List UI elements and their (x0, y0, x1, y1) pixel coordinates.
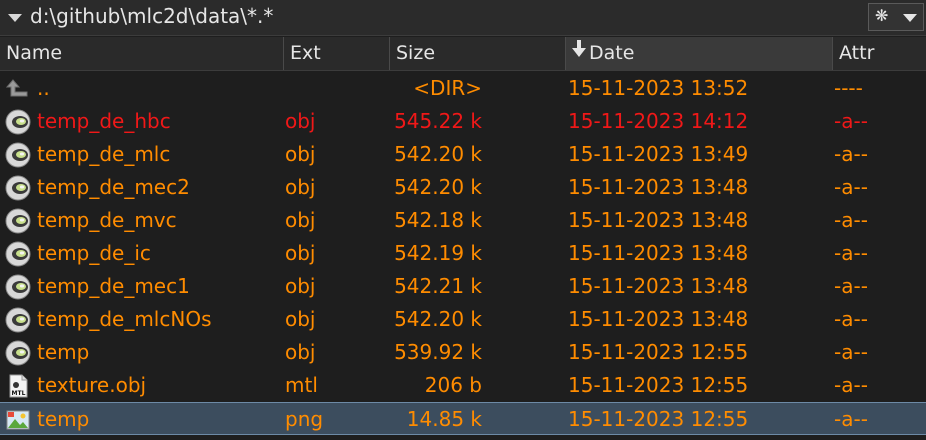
png-image-icon (5, 407, 31, 433)
file-attr: -a-- (834, 208, 868, 232)
column-attr[interactable]: Attr (833, 37, 926, 70)
file-size: 539.92 k (394, 340, 482, 364)
file-ext: obj (285, 241, 316, 265)
file-row[interactable]: .. <DIR> 15-11-2023 13:52 ---- (0, 72, 926, 105)
file-size: 542.20 k (394, 142, 482, 166)
file-ext: obj (285, 208, 316, 232)
file-row[interactable]: temp_de_mec1 obj 542.21 k 15-11-2023 13:48 -… (0, 270, 926, 303)
file-ext: mtl (285, 373, 318, 397)
file-row[interactable]: temp_de_hbc obj 545.22 k 15-11-2023 14:12 -a… (0, 105, 926, 138)
file-attr: -a-- (834, 407, 868, 431)
file-name: temp_de_mec2 (37, 175, 190, 199)
file-attr: -a-- (834, 307, 868, 331)
obj-file-icon (5, 142, 31, 168)
file-date: 15-11-2023 13:48 (568, 241, 749, 265)
file-name: temp (37, 407, 90, 431)
file-attr: -a-- (834, 142, 868, 166)
file-attr: -a-- (834, 373, 868, 397)
file-name: temp_de_ic (37, 241, 151, 265)
file-name: temp_de_mec1 (37, 274, 190, 298)
svg-text:MTL: MTL (12, 390, 26, 397)
obj-file-icon (5, 307, 31, 333)
file-name: temp_de_mvc (37, 208, 177, 232)
file-name: texture.obj (37, 373, 147, 397)
file-name: temp_de_mlc (37, 142, 171, 166)
file-size: 542.18 k (394, 208, 482, 232)
filter-icon: ❋ (875, 6, 889, 25)
file-attr: -a-- (834, 109, 868, 133)
file-size: 542.20 k (394, 175, 482, 199)
obj-file-icon (5, 208, 31, 234)
file-date: 15-11-2023 13:52 (568, 76, 749, 100)
file-date: 15-11-2023 14:12 (568, 109, 749, 133)
up-arrow-icon (5, 76, 31, 102)
file-size: 206 b (424, 373, 482, 397)
file-row[interactable]: temp_de_mvc obj 542.18 k 15-11-2023 13:48 -a… (0, 204, 926, 237)
file-date: 15-11-2023 13:49 (568, 142, 749, 166)
file-ext: obj (285, 142, 316, 166)
file-name: temp_de_mlcNOs (37, 307, 212, 331)
column-size[interactable]: Size (390, 37, 566, 70)
file-attr: -a-- (834, 340, 868, 364)
file-ext: png (285, 407, 324, 431)
file-size: 545.22 k (394, 109, 482, 133)
file-row[interactable]: temp_de_mlcNOs obj 542.20 k 15-11-2023 13:4… (0, 303, 926, 336)
file-date: 15-11-2023 13:48 (568, 307, 749, 331)
file-name: temp (37, 340, 90, 364)
path-bar: d:\github\mlc2d\data\*.* ❋ (0, 0, 926, 36)
chevron-down-icon (903, 14, 917, 22)
file-size: <DIR> (413, 76, 482, 100)
file-date: 15-11-2023 13:48 (568, 208, 749, 232)
file-row[interactable]: temp_de_mlc obj 542.20 k 15-11-2023 13:49 -a… (0, 138, 926, 171)
column-name[interactable]: Name (0, 37, 284, 70)
filter-button[interactable]: ❋ (868, 3, 924, 31)
sort-descending-icon (572, 40, 586, 57)
column-header: Name Ext Size Date Attr (0, 37, 926, 71)
file-ext: obj (285, 307, 316, 331)
file-size: 14.85 k (406, 407, 482, 431)
file-size: 542.21 k (394, 274, 482, 298)
file-row[interactable]: temp obj 539.92 k 15-11-2023 12:55 -a-- (0, 336, 926, 369)
file-row[interactable]: temp_de_mec2 obj 542.20 k 15-11-2023 13:48 -… (0, 171, 926, 204)
file-row[interactable]: temp_de_ic obj 542.19 k 15-11-2023 13:48 -a-… (0, 237, 926, 270)
file-date: 15-11-2023 12:55 (568, 340, 749, 364)
mtl-file-icon: MTL (5, 373, 31, 399)
file-row[interactable]: temp png 14.85 k 15-11-2023 12:55 -a-- (0, 402, 926, 435)
file-ext: obj (285, 175, 316, 199)
file-ext: obj (285, 274, 316, 298)
file-attr: -a-- (834, 175, 868, 199)
file-size: 542.19 k (394, 241, 482, 265)
file-name: temp_de_hbc (37, 109, 171, 133)
file-size: 542.20 k (394, 307, 482, 331)
obj-file-icon (5, 340, 31, 366)
path-history-dropdown-icon[interactable] (8, 14, 22, 22)
obj-file-icon (5, 241, 31, 267)
file-date: 15-11-2023 12:55 (568, 373, 749, 397)
obj-file-icon (5, 274, 31, 300)
file-row[interactable]: MTL texture.obj mtl 206 b 15-11-2023 12:55 -a… (0, 369, 926, 402)
file-date: 15-11-2023 13:48 (568, 175, 749, 199)
obj-file-icon (5, 109, 31, 135)
file-ext: obj (285, 340, 316, 364)
file-attr: -a-- (834, 241, 868, 265)
file-attr: ---- (834, 76, 863, 100)
file-list: .. <DIR> 15-11-2023 13:52 ---- temp_de_hbc ob… (0, 72, 926, 435)
file-date: 15-11-2023 13:48 (568, 274, 749, 298)
file-name: .. (37, 76, 50, 100)
current-path[interactable]: d:\github\mlc2d\data\*.* (30, 4, 273, 28)
obj-file-icon (5, 175, 31, 201)
file-ext: obj (285, 109, 316, 133)
column-date-label: Date (589, 42, 635, 64)
column-ext[interactable]: Ext (284, 37, 390, 70)
file-date: 15-11-2023 12:55 (568, 407, 749, 431)
file-attr: -a-- (834, 274, 868, 298)
column-date[interactable]: Date (566, 37, 833, 70)
